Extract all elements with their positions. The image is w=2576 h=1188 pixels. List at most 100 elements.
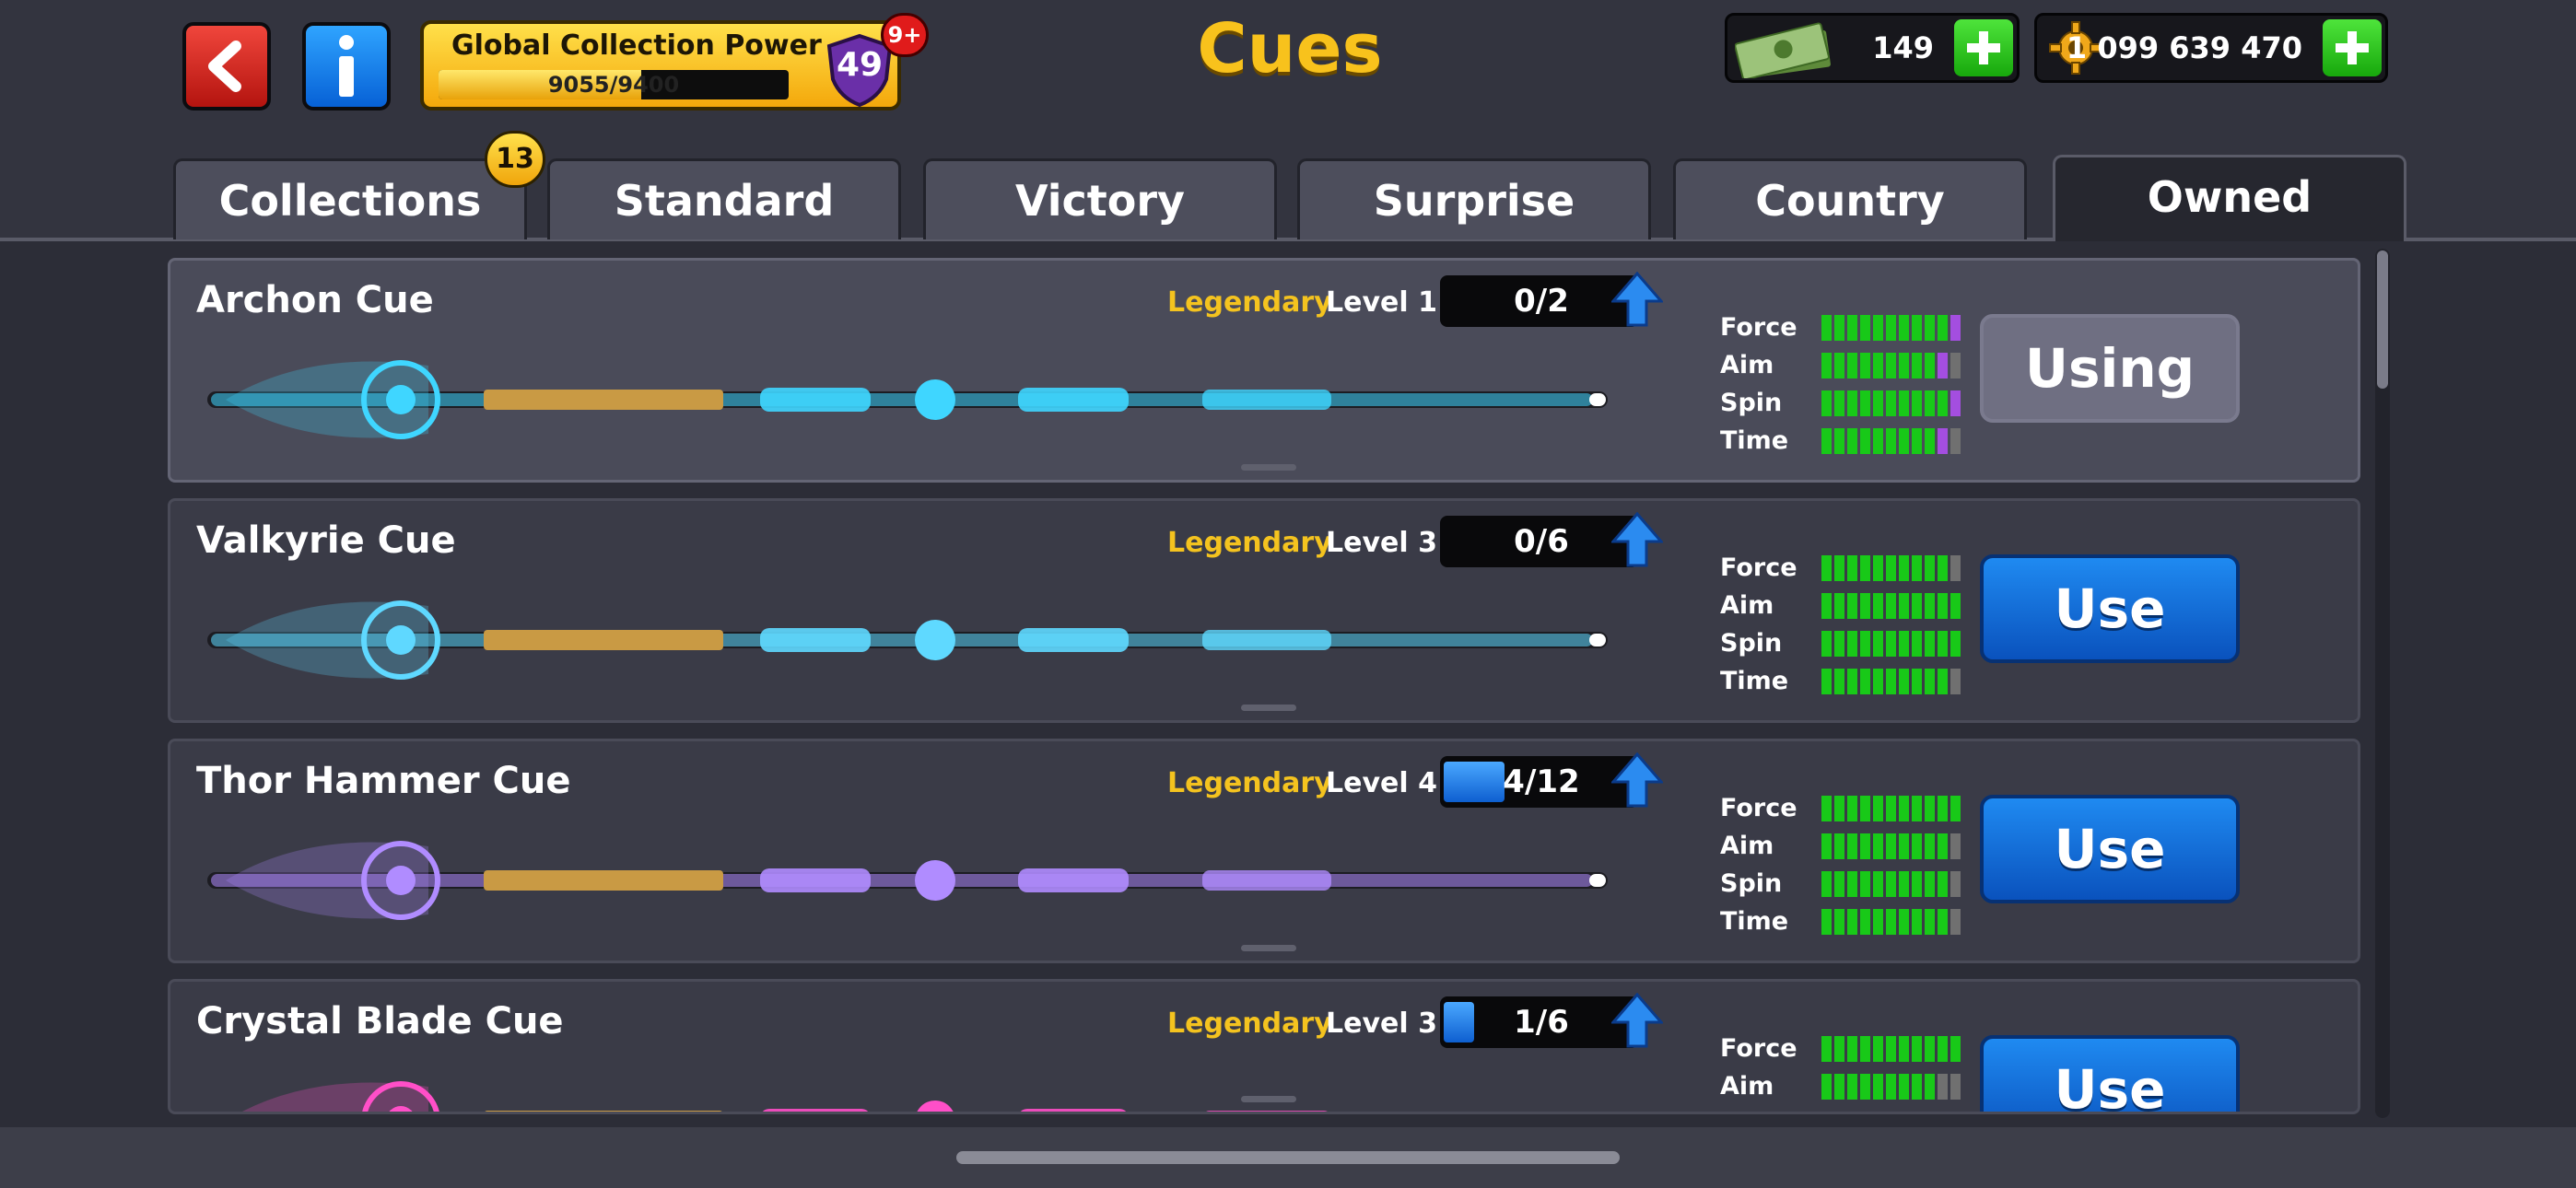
tab-owned[interactable]: Owned	[2053, 155, 2406, 247]
cue-name: Thor Hammer Cue	[196, 760, 571, 802]
cue-card[interactable]: Valkyrie Cue Legendary Level 3 0/6 Force…	[168, 498, 2360, 723]
stat-segment	[1925, 1035, 1935, 1062]
cue-name: Crystal Blade Cue	[196, 1000, 564, 1042]
cue-name: Valkyrie Cue	[196, 519, 456, 562]
info-button[interactable]	[302, 22, 391, 111]
add-cash-button[interactable]	[1954, 19, 2013, 76]
stat-segment	[1834, 427, 1844, 454]
stat-segment	[1912, 833, 1922, 859]
stat-segment	[1912, 352, 1922, 379]
upgrade-progress: 1/6	[1440, 996, 1639, 1048]
stat-row-force: Force	[1720, 789, 1996, 827]
cash-bills-icon	[1735, 22, 1831, 78]
tab-standard[interactable]: Standard	[547, 158, 901, 239]
tab-victory[interactable]: Victory	[923, 158, 1277, 239]
stat-segment	[1925, 630, 1935, 657]
add-coins-button[interactable]	[2323, 19, 2382, 76]
tab-collections[interactable]: Collections	[173, 158, 527, 239]
stat-segment	[1847, 314, 1857, 341]
cue-image	[207, 360, 1608, 439]
stat-segment	[1886, 668, 1896, 694]
upgrade-arrow-icon[interactable]	[1611, 512, 1663, 567]
cue-card[interactable]: Archon Cue Legendary Level 1 0/2 Force A…	[168, 258, 2360, 483]
stat-row-time: Time	[1720, 662, 1996, 700]
cue-stats: Force Aim Spin Time	[1720, 549, 1996, 700]
stat-segment	[1873, 1035, 1883, 1062]
cue-rarity: Legendary	[1167, 1007, 1332, 1040]
upgrade-arrow-icon[interactable]	[1611, 752, 1663, 808]
use-button[interactable]: Use	[1980, 554, 2240, 663]
stat-bar-time	[1821, 908, 1961, 935]
upgrade-arrow-icon[interactable]	[1611, 272, 1663, 327]
stat-segment	[1821, 427, 1832, 454]
tab-country[interactable]: Country	[1673, 158, 2027, 239]
stat-segment	[1821, 314, 1832, 341]
stat-segment	[1860, 870, 1870, 897]
cue-level: Level 1	[1326, 286, 1437, 319]
stat-segment	[1834, 592, 1844, 619]
stat-segment	[1847, 1035, 1857, 1062]
stat-segment	[1834, 668, 1844, 694]
stat-segment	[1860, 314, 1870, 341]
stat-segment	[1847, 630, 1857, 657]
drag-handle[interactable]	[1241, 1096, 1296, 1102]
drag-handle[interactable]	[1241, 464, 1296, 471]
collections-badge: 13	[485, 131, 545, 188]
stat-segment	[1860, 1035, 1870, 1062]
stat-segment	[1925, 390, 1935, 416]
stat-segment	[1899, 1035, 1909, 1062]
stat-segment	[1847, 352, 1857, 379]
stat-segment	[1886, 592, 1896, 619]
stat-segment	[1847, 390, 1857, 416]
stat-label: Time	[1720, 426, 1789, 455]
cue-card[interactable]: Thor Hammer Cue Legendary Level 4 4/12 F…	[168, 739, 2360, 963]
stat-segment	[1912, 870, 1922, 897]
stat-segment-empty	[1950, 427, 1961, 454]
tab-surprise[interactable]: Surprise	[1297, 158, 1651, 239]
drag-handle[interactable]	[1241, 705, 1296, 711]
stat-segment	[1886, 1073, 1896, 1100]
stat-segment	[1925, 833, 1935, 859]
stat-segment	[1912, 592, 1922, 619]
upgrade-arrow-icon[interactable]	[1611, 993, 1663, 1048]
stat-segment	[1847, 870, 1857, 897]
stat-segment	[1873, 870, 1883, 897]
back-button[interactable]	[182, 22, 271, 111]
stat-row-aim: Aim	[1720, 346, 1996, 384]
stat-segment	[1899, 352, 1909, 379]
using-button[interactable]: Using	[1980, 314, 2240, 423]
cue-image	[207, 841, 1608, 920]
stat-segment	[1847, 592, 1857, 619]
use-button[interactable]: Use	[1980, 795, 2240, 903]
stat-segment	[1912, 1111, 1922, 1112]
stat-segment	[1899, 554, 1909, 581]
stat-segment	[1899, 833, 1909, 859]
home-indicator[interactable]	[956, 1151, 1620, 1164]
stat-row-time: Time	[1720, 903, 1996, 940]
stat-segment	[1873, 1111, 1883, 1112]
use-button[interactable]: Use	[1980, 1035, 2240, 1112]
stat-segment	[1847, 1111, 1857, 1112]
stat-segment	[1899, 1111, 1909, 1112]
coins-counter: 1 099 639 470	[2034, 13, 2388, 83]
stat-segment-empty	[1938, 1073, 1948, 1100]
stat-segment	[1847, 833, 1857, 859]
page-title: Cues	[1197, 9, 1383, 88]
stat-segment	[1886, 795, 1896, 821]
cue-card[interactable]: Crystal Blade Cue Legendary Level 3 1/6	[168, 979, 2360, 1114]
scrollbar-thumb[interactable]	[2377, 250, 2388, 389]
stat-segment	[1821, 908, 1832, 935]
notification-badge: 9+	[881, 13, 929, 57]
stat-row-spin: Spin	[1720, 1105, 1996, 1112]
cue-level: Level 3	[1326, 1007, 1437, 1040]
stat-segment	[1873, 554, 1883, 581]
stat-segment	[1847, 668, 1857, 694]
stat-segment	[1912, 390, 1922, 416]
stat-segment	[1912, 1035, 1922, 1062]
stat-segment	[1834, 390, 1844, 416]
stat-segment	[1925, 870, 1935, 897]
stat-segment	[1847, 1073, 1857, 1100]
stat-segment	[1834, 554, 1844, 581]
drag-handle[interactable]	[1241, 945, 1296, 951]
stat-segment	[1834, 870, 1844, 897]
